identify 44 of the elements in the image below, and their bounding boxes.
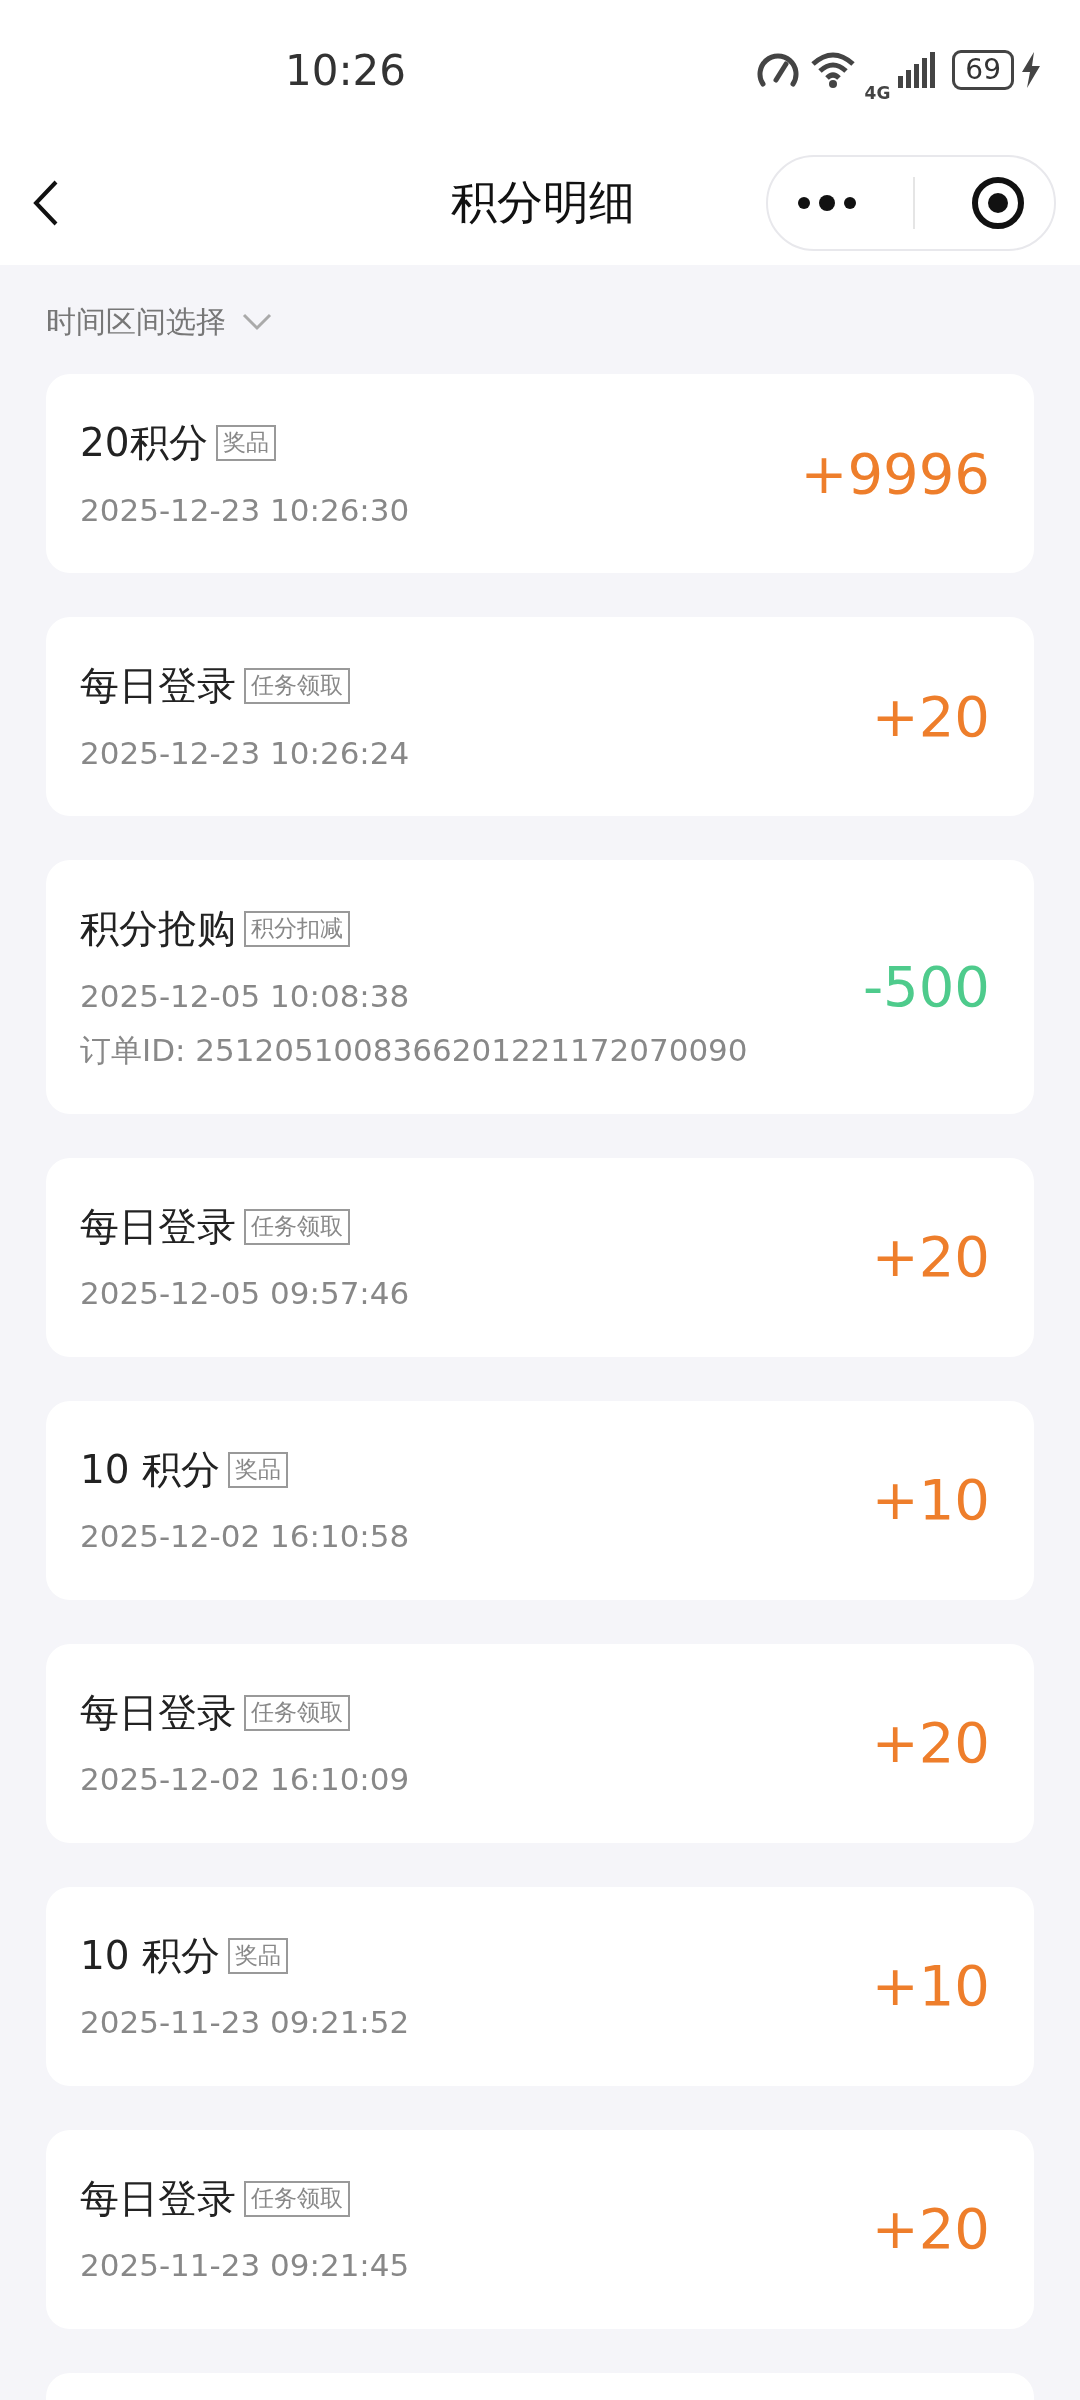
record-time: 2025-12-02 16:10:09 (80, 1760, 411, 1799)
record-title: 每日登录 (80, 1688, 236, 1737)
points-amount: +10 (871, 1466, 990, 1534)
battery-level: 69 (952, 50, 1014, 90)
record-tag: 任务领取 (244, 1208, 350, 1245)
record-title: 积分抢购 (80, 905, 236, 953)
record-time: 2025-12-02 16:10:58 (80, 1517, 411, 1556)
points-amount: +20 (871, 1223, 990, 1291)
status-time: 10:26 (285, 44, 407, 97)
record-title: 每日登录 (80, 662, 236, 710)
record-tag: 任务领取 (244, 1694, 350, 1731)
record-tag: 奖品 (215, 425, 276, 462)
record-title: 20积分 (80, 419, 208, 467)
record-time: 2025-11-23 09:21:45 (80, 2246, 411, 2285)
record-time: 2025-12-23 10:26:24 (80, 733, 411, 773)
record-time: 2025-12-23 10:26:30 (80, 490, 411, 530)
filter-label: 时间区间选择 (46, 303, 226, 341)
points-amount: +20 (871, 1709, 990, 1777)
record-title: 10 积分 (80, 1445, 221, 1494)
record-time: 2025-12-05 09:57:46 (80, 1274, 411, 1313)
record-time: 2025-12-05 10:08:38 (80, 976, 411, 1016)
record-title: 每日登录 (80, 1202, 236, 1251)
record-title: 每日登录 (80, 2174, 236, 2223)
points-amount: +9996 (800, 439, 990, 508)
record-time: 2025-11-23 09:21:52 (80, 2003, 411, 2042)
order-id: 订单ID: 2512051008366201221172070090 (80, 1031, 749, 1070)
charging-icon (1022, 52, 1040, 88)
chevron-down-icon (242, 312, 272, 331)
page-title: 积分明细 (451, 174, 635, 231)
points-amount: +20 (871, 2195, 990, 2263)
time-range-filter[interactable]: 时间区间选择 (0, 265, 1080, 374)
signal-icon (898, 52, 937, 88)
record-tag: 任务领取 (244, 2180, 350, 2217)
network-label: 4G (864, 82, 891, 106)
record-tag: 奖品 (228, 1937, 289, 1974)
points-amount: +20 (871, 682, 990, 751)
record-tag: 奖品 (228, 1451, 289, 1488)
record-tag: 任务领取 (244, 668, 350, 705)
points-amount: +10 (871, 1952, 990, 2020)
record-tag: 积分扣减 (244, 911, 350, 948)
close-icon[interactable] (970, 174, 1027, 231)
points-amount: -500 (862, 952, 990, 1021)
record-title: 10 积分 (80, 1931, 221, 1980)
more-icon[interactable] (795, 194, 858, 211)
